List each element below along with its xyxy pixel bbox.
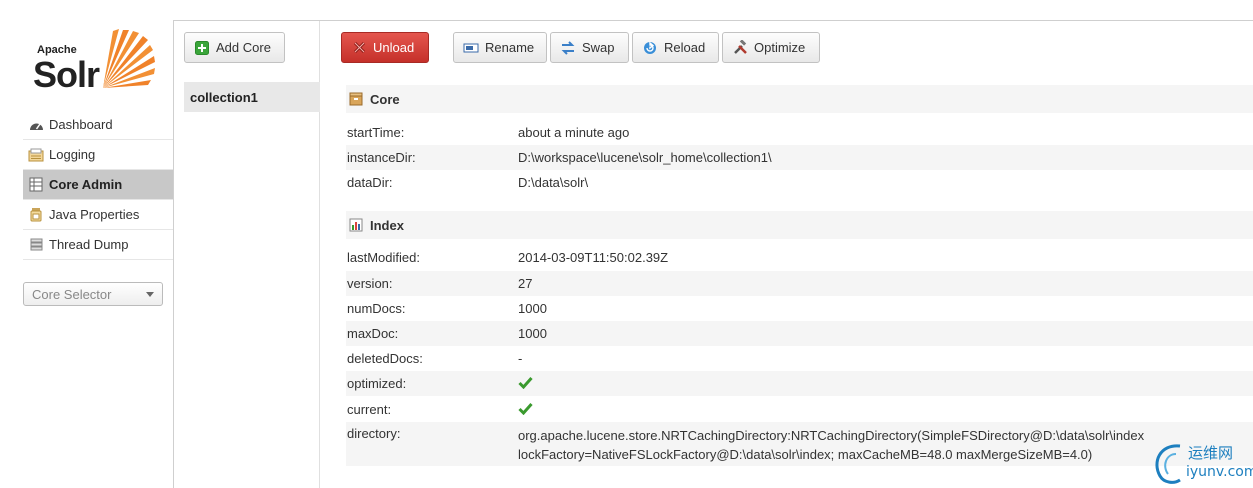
index-info-row-maxdoc: maxDoc: 1000 bbox=[346, 321, 1253, 346]
sidebar: Apache Solr Dashboard Logging Core Admin… bbox=[0, 0, 173, 488]
solr-logo[interactable]: Apache Solr bbox=[33, 28, 158, 98]
directory-value-line1: org.apache.lucene.store.NRTCachingDirect… bbox=[518, 428, 1145, 443]
reload-icon bbox=[642, 40, 658, 56]
optimize-button[interactable]: Optimize bbox=[722, 32, 820, 63]
dashboard-icon bbox=[28, 117, 44, 133]
plus-icon bbox=[194, 40, 210, 56]
logging-icon bbox=[28, 147, 44, 163]
rename-icon bbox=[463, 40, 479, 56]
core-section-header: Core bbox=[346, 85, 1253, 113]
index-info-row-optimized: optimized: bbox=[346, 371, 1253, 396]
core-list-item-collection1[interactable]: collection1 bbox=[184, 82, 320, 112]
solr-sunburst-icon bbox=[103, 29, 155, 88]
core-admin-icon bbox=[28, 177, 44, 193]
nav-item-core-admin[interactable]: Core Admin bbox=[23, 170, 173, 200]
swap-button[interactable]: Swap bbox=[550, 32, 629, 63]
nav-item-thread-dump[interactable]: Thread Dump bbox=[23, 230, 173, 260]
thread-dump-icon bbox=[28, 237, 44, 253]
reload-button[interactable]: Reload bbox=[632, 32, 719, 63]
core-info-row-starttime: startTime: about a minute ago bbox=[347, 125, 630, 140]
index-info-row-numdocs: numDocs: 1000 bbox=[347, 301, 547, 316]
rename-button[interactable]: Rename bbox=[453, 32, 547, 63]
unload-button[interactable]: Unload bbox=[341, 32, 429, 63]
directory-value-line2: lockFactory=NativeFSLockFactory@D:\data\… bbox=[518, 447, 1093, 462]
core-info-row-datadir: dataDir: D:\data\solr\ bbox=[347, 175, 589, 190]
tools-icon bbox=[732, 40, 748, 56]
index-info-row-lastmodified: lastModified: 2014-03-09T11:50:02.39Z bbox=[347, 250, 669, 265]
cores-list-column: Add Core collection1 bbox=[174, 21, 320, 488]
core-selector-placeholder: Core Selector bbox=[32, 286, 112, 302]
watermark-cn-text: 运维网 bbox=[1188, 444, 1234, 462]
close-icon bbox=[351, 40, 367, 56]
core-admin-panel: Add Core collection1 Unload Rename Swap … bbox=[173, 20, 1253, 488]
core-selector-dropdown[interactable]: Core Selector bbox=[23, 282, 163, 306]
logo-solr-text: Solr bbox=[33, 54, 100, 95]
index-info-row-directory: directory: org.apache.lucene.store.NRTCa… bbox=[346, 422, 1253, 466]
nav-item-logging[interactable]: Logging bbox=[23, 140, 173, 170]
index-info-row-version: version: 27 bbox=[346, 271, 1253, 296]
watermark: 运维网 iyunv.com bbox=[1150, 440, 1253, 488]
nav-item-dashboard[interactable]: Dashboard bbox=[23, 110, 173, 140]
main-nav: Dashboard Logging Core Admin Java Proper… bbox=[23, 110, 173, 260]
chevron-down-icon bbox=[146, 292, 154, 297]
watermark-swoosh-icon bbox=[1155, 444, 1181, 484]
core-info-row-instancedir: instanceDir: D:\workspace\lucene\solr_ho… bbox=[346, 145, 1253, 170]
java-properties-icon bbox=[28, 207, 44, 223]
checkmark-icon bbox=[518, 376, 533, 392]
index-info-row-current: current: bbox=[346, 397, 1253, 422]
watermark-url-text: iyunv.com bbox=[1186, 464, 1253, 480]
index-section-header: Index bbox=[346, 211, 1253, 239]
add-core-button[interactable]: Add Core bbox=[184, 32, 285, 63]
checkmark-icon bbox=[518, 402, 533, 418]
bar-chart-icon bbox=[348, 217, 364, 233]
swap-icon bbox=[560, 40, 576, 56]
nav-item-java-properties[interactable]: Java Properties bbox=[23, 200, 173, 230]
box-icon bbox=[348, 91, 364, 107]
index-info-row-deleteddocs: deletedDocs: - bbox=[347, 351, 523, 366]
